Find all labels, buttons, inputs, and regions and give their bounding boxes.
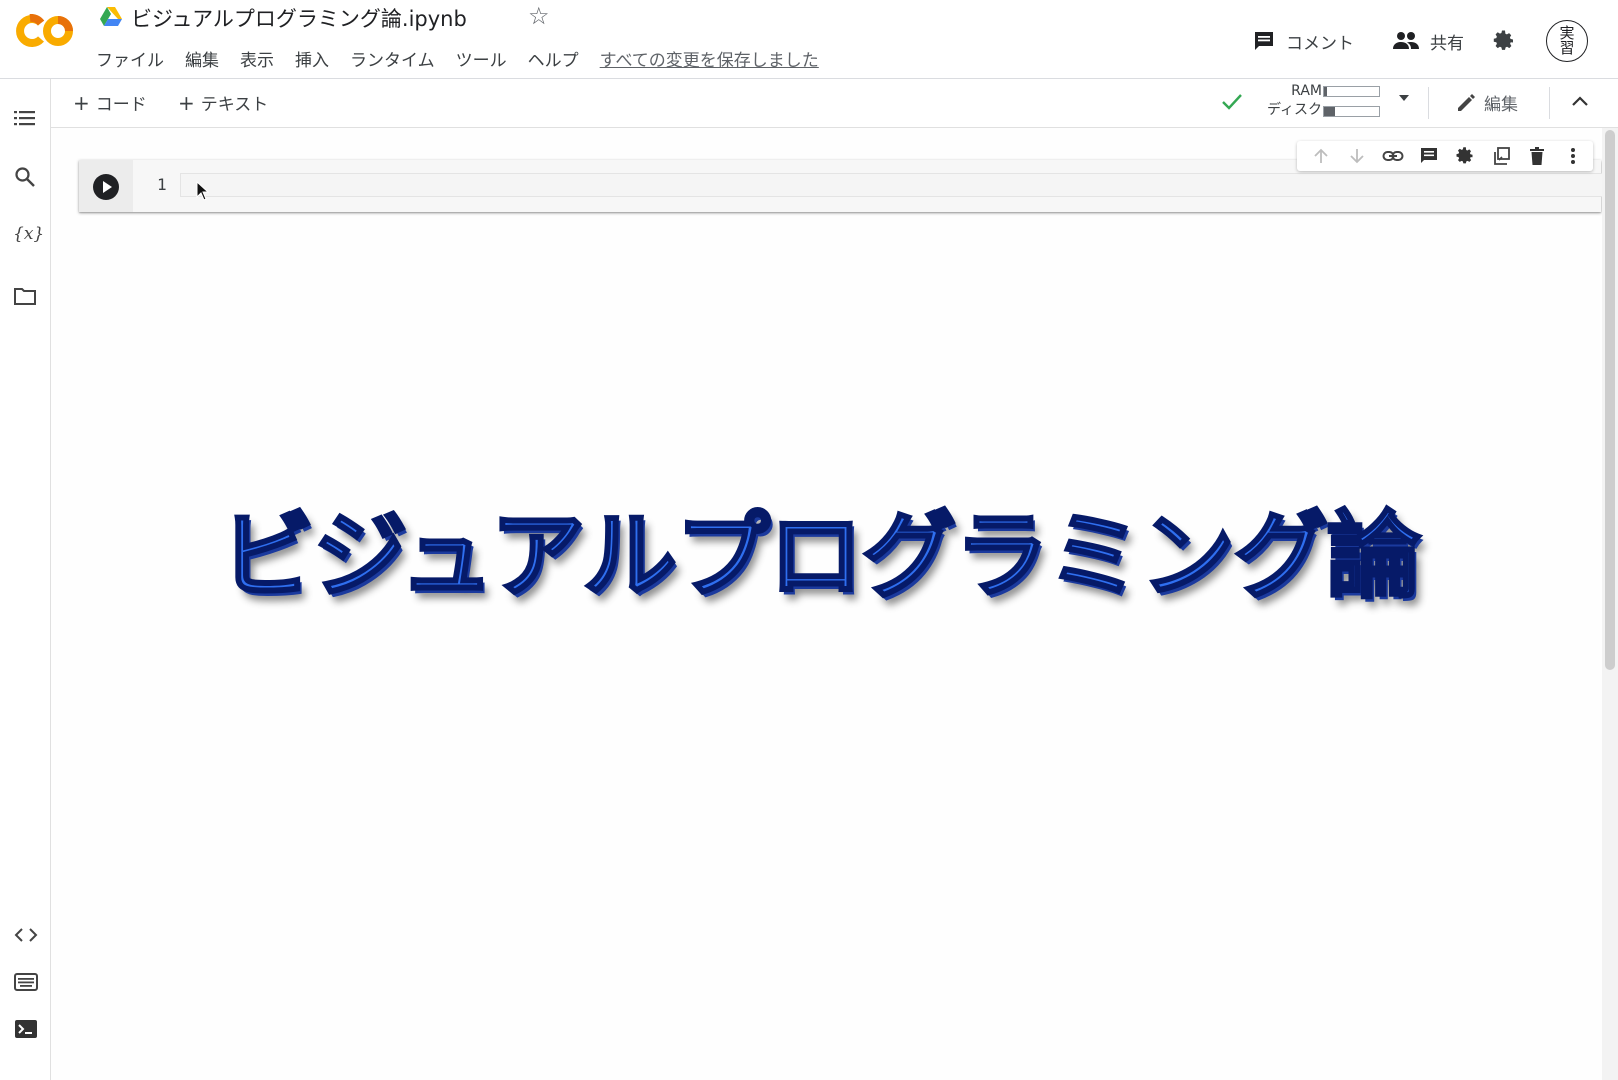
mirror-cell-icon[interactable] (1483, 146, 1519, 166)
gear-icon (1493, 30, 1513, 50)
ram-bar (1323, 86, 1380, 97)
menu-file[interactable]: ファイル (96, 45, 164, 72)
arrow-down-icon[interactable] (1339, 147, 1375, 165)
gear-icon[interactable] (1447, 146, 1483, 166)
menu-insert[interactable]: 挿入 (295, 45, 329, 72)
edit-label: 編集 (1484, 95, 1518, 115)
save-status[interactable]: すべての変更を保存しました (600, 45, 819, 72)
variables-icon[interactable]: {x} (13, 224, 44, 244)
avatar-char-2: 習 (1559, 39, 1575, 57)
notebook-toolbar: + コード + テキスト RAM ディスク 編集 (51, 79, 1618, 128)
add-code-button[interactable]: + コード (73, 90, 147, 115)
folder-icon[interactable] (14, 287, 36, 305)
menu-tools[interactable]: ツール (456, 45, 507, 72)
link-icon[interactable] (1375, 149, 1411, 163)
add-code-label: コード (95, 95, 147, 115)
comment-button[interactable]: コメント (1252, 29, 1354, 54)
more-vert-icon[interactable] (1555, 146, 1591, 166)
edit-button[interactable]: 編集 (1456, 90, 1518, 115)
code-editor[interactable] (180, 173, 1618, 197)
code-snippets-icon[interactable] (14, 927, 38, 943)
drive-icon[interactable] (100, 6, 122, 26)
pencil-icon (1458, 93, 1475, 111)
line-number: 1 (157, 175, 167, 194)
header-actions: コメント 共有 実 習 (1214, 20, 1588, 62)
scrollbar[interactable] (1602, 128, 1618, 1080)
trash-icon[interactable] (1519, 146, 1555, 166)
menu-runtime[interactable]: ランタイム (350, 45, 435, 72)
add-text-button[interactable]: + テキスト (178, 90, 268, 115)
toolbar-divider (1428, 87, 1429, 119)
notebook-title[interactable]: ビジュアルプログラミング論.ipynb (131, 3, 467, 33)
settings-button[interactable] (1492, 29, 1516, 53)
star-icon[interactable]: ☆ (528, 4, 550, 28)
arrow-up-icon[interactable] (1303, 147, 1339, 165)
terminal-icon[interactable] (14, 1019, 38, 1039)
comment-icon (1255, 32, 1273, 50)
chevron-down-icon[interactable] (1397, 93, 1411, 103)
colab-logo[interactable] (16, 14, 74, 48)
play-icon (93, 174, 119, 200)
check-icon (1221, 93, 1243, 111)
cell-toolbar (1297, 141, 1593, 171)
menu-help[interactable]: ヘルプ (528, 45, 579, 72)
chevron-up-icon[interactable] (1571, 95, 1589, 107)
header: ビジュアルプログラミング論.ipynb ☆ ファイル 編集 表示 挿入 ランタイ… (0, 0, 1618, 79)
left-sidebar: {x} (0, 79, 51, 1080)
menu-edit[interactable]: 編集 (185, 45, 219, 72)
comment-icon[interactable] (1411, 146, 1447, 166)
mouse-cursor-icon (196, 181, 210, 201)
comment-label: コメント (1286, 33, 1354, 54)
overlay-heading: ビジュアルプログラミング論 (219, 501, 1423, 613)
avatar[interactable]: 実 習 (1546, 20, 1588, 62)
ram-bar-fill (1324, 87, 1327, 96)
menu-view[interactable]: 表示 (240, 45, 274, 72)
disk-bar-fill (1324, 107, 1335, 116)
people-icon (1393, 32, 1419, 49)
toolbar-divider (1549, 87, 1550, 119)
scrollbar-thumb[interactable] (1605, 130, 1615, 670)
disk-bar (1323, 106, 1380, 117)
command-palette-icon[interactable] (14, 973, 38, 991)
run-cell-button[interactable] (92, 173, 120, 201)
toc-icon[interactable] (14, 109, 36, 127)
menu-bar: ファイル 編集 表示 挿入 ランタイム ツール ヘルプ すべての変更を保存しまし… (96, 45, 840, 72)
search-icon[interactable] (14, 166, 36, 188)
add-text-label: テキスト (200, 95, 269, 115)
resource-bars[interactable] (1323, 86, 1380, 126)
share-label: 共有 (1430, 33, 1464, 54)
share-button[interactable]: 共有 (1392, 29, 1464, 54)
